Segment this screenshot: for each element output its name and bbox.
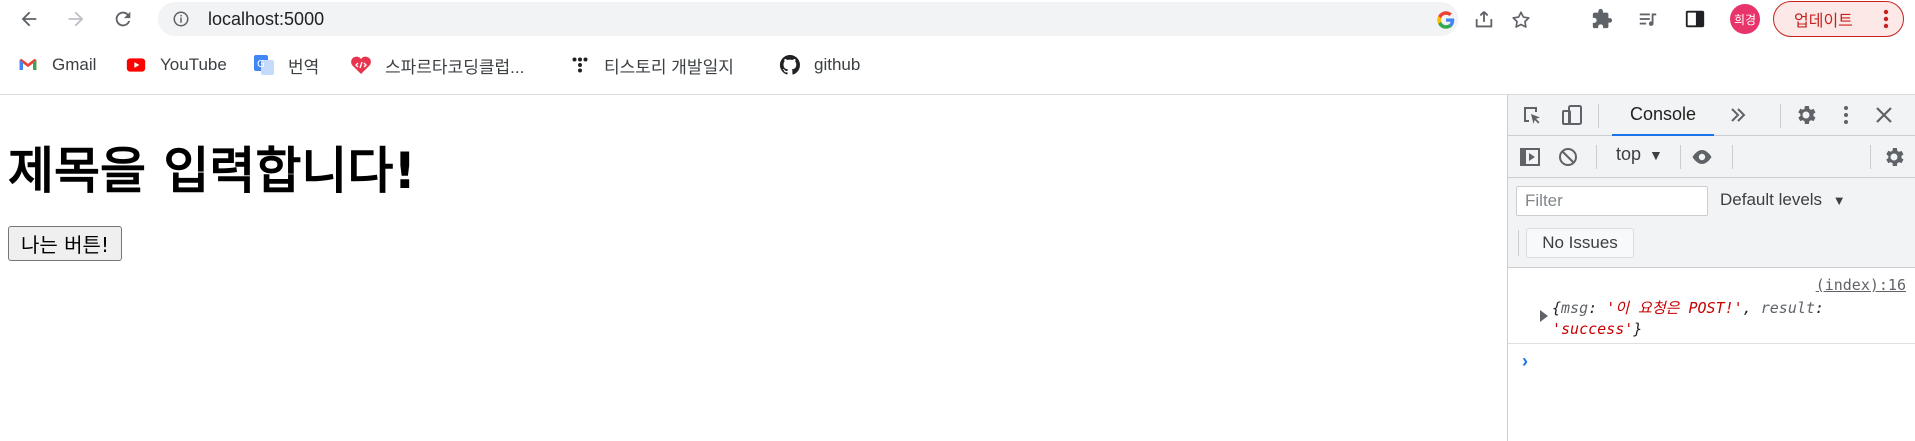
bookmark-label: github [814, 55, 861, 74]
bookmark-gmail[interactable]: Gmail [16, 52, 96, 78]
customize-menu-icon[interactable] [1834, 103, 1858, 127]
page-button[interactable]: 나는 버튼! [8, 226, 122, 261]
log-levels-dropdown[interactable]: Default levels ▼ [1720, 190, 1846, 210]
obj-key: result [1760, 299, 1815, 317]
bookmark-label: Gmail [52, 55, 97, 74]
toolbar-separator [1596, 145, 1597, 169]
issues-counter-button[interactable]: No Issues [1526, 228, 1634, 258]
close-devtools-icon[interactable] [1872, 103, 1896, 127]
google-lens-icon[interactable] [1435, 9, 1457, 31]
update-label: 업데이트 [1794, 11, 1853, 30]
page-viewport: 제목을 입력합니다! 나는 버튼! [0, 95, 1507, 441]
url-text[interactable]: localhost:5000 [208, 9, 324, 30]
tab-console-label: Console [1629, 104, 1697, 124]
console-toolbar: top ▼ [1508, 136, 1915, 178]
device-toolbar-icon[interactable] [1560, 103, 1584, 127]
browser-toolbar: localhost:5000 희경 업데이트 [0, 0, 1915, 38]
console-prompt-chevron-icon[interactable]: › [1522, 351, 1528, 372]
reading-list-icon[interactable] [1637, 8, 1659, 30]
back-arrow-icon [21, 11, 37, 27]
inspect-element-icon[interactable] [1520, 103, 1544, 127]
obj-value: 'success' [1552, 320, 1634, 338]
issues-label: No Issues [1542, 233, 1618, 252]
translate-icon: G [252, 53, 276, 77]
toolbar-separator [1732, 145, 1733, 169]
share-icon[interactable] [1473, 9, 1495, 31]
bookmark-youtube[interactable]: YouTube [124, 52, 227, 78]
obj-key: msg [1561, 299, 1589, 317]
back-button[interactable] [14, 4, 44, 34]
toolbar-separator [1518, 230, 1519, 256]
side-panel-icon[interactable] [1684, 8, 1706, 30]
forward-button[interactable] [61, 4, 91, 34]
log-object-preview[interactable]: {msg: '이 요청은 POST!', result: 'success'} [1552, 298, 1912, 340]
log-source-link[interactable]: (index):16 [1816, 276, 1906, 294]
toolbar-separator [1598, 104, 1599, 128]
obj-open-brace: { [1552, 299, 1562, 317]
page-heading: 제목을 입력합니다! [8, 142, 417, 200]
extensions-icon[interactable] [1591, 8, 1613, 30]
github-icon [778, 53, 802, 77]
obj-value: '이 요청은 POST!' [1606, 299, 1743, 317]
bookmark-star-icon[interactable] [1510, 9, 1532, 31]
bookmark-translate[interactable]: G 번역 [252, 52, 319, 78]
sparta-icon [349, 53, 373, 77]
more-vert-icon [1883, 9, 1889, 29]
gmail-icon [16, 53, 40, 77]
profile-initials: 희경 [1733, 12, 1757, 27]
address-bar[interactable]: localhost:5000 [158, 2, 1530, 36]
update-button[interactable]: 업데이트 [1773, 1, 1904, 37]
profile-avatar[interactable]: 희경 [1730, 4, 1760, 34]
bookmark-label: 번역 [288, 57, 320, 77]
filter-input[interactable]: Filter [1516, 186, 1708, 216]
bookmark-label: YouTube [160, 55, 227, 74]
youtube-icon [124, 53, 148, 77]
svg-text:G: G [257, 59, 265, 70]
expand-triangle-icon[interactable] [1540, 310, 1548, 322]
tab-console[interactable]: Console [1612, 95, 1714, 136]
caret-down-icon: ▼ [1649, 146, 1663, 163]
bookmark-tistory[interactable]: 티스토리 개발일지 [568, 52, 734, 78]
reload-button[interactable] [108, 4, 138, 34]
log-levels-label: Default levels [1720, 190, 1823, 209]
live-expression-eye-icon[interactable] [1690, 145, 1714, 169]
clear-console-icon[interactable] [1556, 145, 1580, 169]
devtools-tabbar: Console [1508, 95, 1915, 136]
obj-close-brace: } [1633, 320, 1643, 338]
toolbar-separator [1780, 104, 1781, 128]
more-tabs-icon[interactable] [1726, 103, 1750, 127]
bookmark-label: 스파르타코딩클럽... [385, 57, 525, 77]
caret-down-icon: ▼ [1832, 193, 1846, 208]
reload-icon [115, 11, 131, 27]
tistory-icon [568, 53, 592, 77]
bookmark-sparta[interactable]: 스파르타코딩클럽... [349, 52, 524, 78]
console-filter-bar: Filter Default levels ▼ No Issues [1508, 178, 1915, 268]
console-settings-gear-icon[interactable] [1882, 145, 1906, 169]
bookmarks-bar: Gmail YouTube G 번역 스파르타코딩클럽... 티스토리 개발일지… [0, 48, 1915, 84]
context-selector[interactable]: top ▼ [1616, 144, 1663, 165]
sidebar-toggle-icon[interactable] [1518, 145, 1542, 169]
settings-gear-icon[interactable] [1794, 103, 1818, 127]
context-label: top [1616, 144, 1642, 164]
devtools-panel: Console top ▼ Filter Default levels ▼ No… [1507, 95, 1915, 441]
console-log-entry: (index):16 {msg: '이 요청은 POST!', result: … [1508, 268, 1915, 344]
toolbar-separator [1680, 145, 1681, 169]
site-info-icon[interactable] [172, 10, 190, 28]
bookmark-github[interactable]: github [778, 52, 860, 78]
bookmark-label: 티스토리 개발일지 [604, 57, 734, 77]
forward-arrow-icon [68, 11, 84, 27]
toolbar-separator [1870, 145, 1871, 169]
